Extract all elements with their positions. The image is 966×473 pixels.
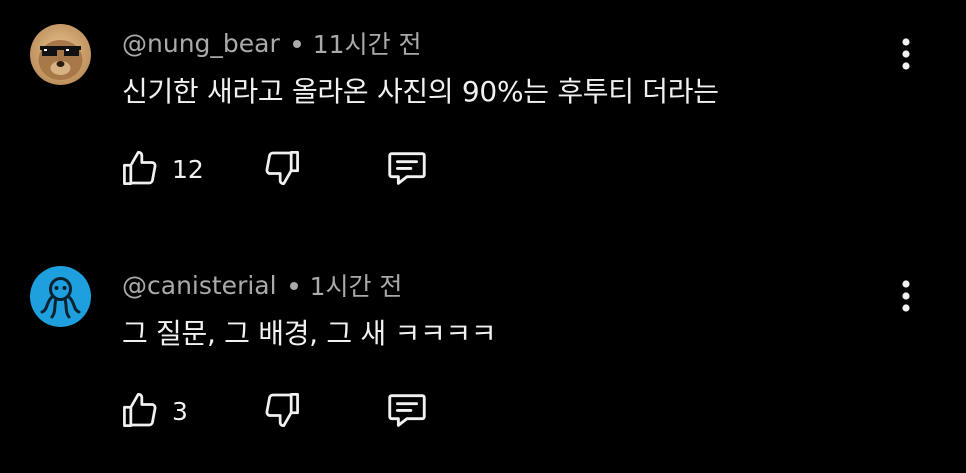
comment-actions: 3: [118, 386, 448, 434]
like-count: 3: [172, 396, 188, 426]
dislike-button[interactable]: [260, 144, 304, 192]
separator-dot: [289, 282, 298, 290]
thumbs-up-icon: [123, 150, 157, 185]
thumbs-down-icon: [265, 393, 299, 428]
octopus-avatar-icon: [30, 266, 91, 327]
separator-dot: [292, 40, 301, 48]
reply-comment-icon: [388, 152, 426, 185]
dislike-button[interactable]: [260, 386, 304, 434]
comment-time: 11시간 전: [312, 30, 422, 59]
comment-text: 그 질문, 그 배경, 그 새 ㅋㅋㅋㅋ: [122, 317, 497, 350]
reply-button[interactable]: [384, 386, 430, 434]
reply-button[interactable]: [384, 144, 430, 192]
comment-author[interactable]: @canisterial: [122, 271, 277, 300]
comment-actions: 12: [118, 144, 448, 192]
bear-avatar-icon: [30, 24, 91, 85]
comment-item: @nung_bear 11시간 전 신기한 새라고 올라온 사진의 90%는 후…: [0, 0, 966, 231]
more-options-button[interactable]: [888, 34, 924, 74]
thumbs-down-icon: [265, 151, 299, 186]
more-options-button[interactable]: [888, 276, 924, 316]
like-count: 12: [172, 154, 204, 184]
avatar[interactable]: [30, 24, 91, 85]
like-button[interactable]: 12: [118, 144, 204, 192]
comment-time: 1시간 전: [309, 272, 403, 301]
more-vertical-icon: [902, 280, 910, 312]
comment-author[interactable]: @nung_bear: [122, 29, 280, 58]
thumbs-up-icon: [123, 392, 157, 427]
avatar[interactable]: [30, 266, 91, 327]
comment-meta: @nung_bear 11시간 전: [122, 24, 422, 62]
reply-comment-icon: [388, 394, 426, 427]
comment-text: 신기한 새라고 올라온 사진의 90%는 후투티 더라는: [122, 75, 719, 108]
like-button[interactable]: 3: [118, 386, 188, 434]
more-vertical-icon: [902, 38, 910, 70]
comment-item: @canisterial 1시간 전 그 질문, 그 배경, 그 새 ㅋㅋㅋㅋ …: [0, 242, 966, 473]
comment-meta: @canisterial 1시간 전: [122, 266, 402, 304]
